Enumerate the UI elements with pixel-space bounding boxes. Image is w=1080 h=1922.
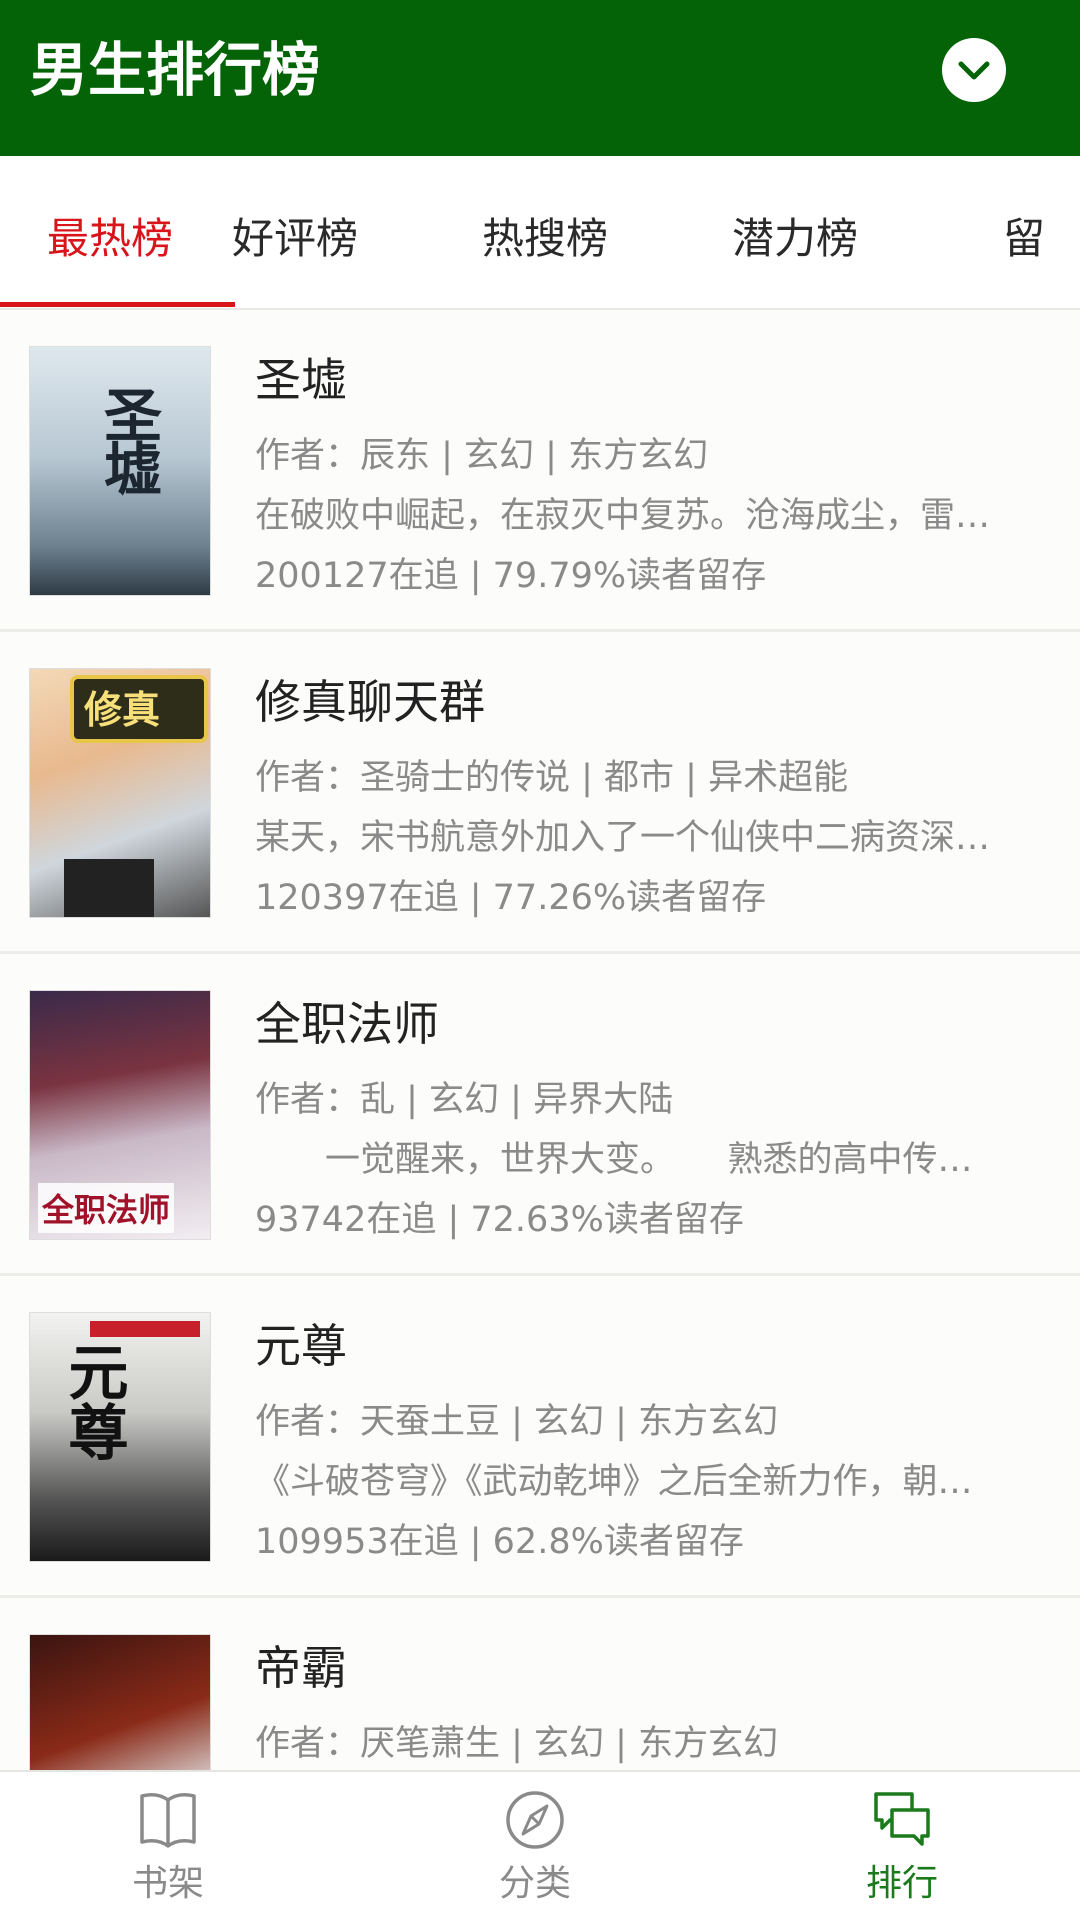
ranking-dropdown-button[interactable] bbox=[942, 38, 1006, 102]
book-meta: 作者：天蚕土豆 | 玄幻 | 东方玄幻 bbox=[255, 1402, 779, 1442]
active-tab-indicator bbox=[0, 302, 235, 307]
book-meta: 作者：圣骑士的传说 | 都市 | 异术超能 bbox=[255, 758, 849, 798]
list-item[interactable]: 圣墟 圣墟 作者：辰东 | 玄幻 | 东方玄幻 在破败中崛起，在寂灭中复苏。沧海… bbox=[0, 310, 1080, 632]
list-item[interactable]: 帝霸 作者：厌笔萧生 | 玄幻 | 东方玄幻 bbox=[0, 1598, 1080, 1770]
book-title: 修真聊天群 bbox=[255, 675, 485, 729]
cover-badge bbox=[90, 1321, 200, 1337]
cover-title-text: 修真 bbox=[84, 687, 161, 732]
book-meta: 作者：厌笔萧生 | 玄幻 | 东方玄幻 bbox=[255, 1724, 779, 1764]
tab-top-rated[interactable]: 好评榜 bbox=[170, 156, 420, 308]
nav-label: 分类 bbox=[498, 1863, 571, 1904]
book-description: 在破败中崛起，在寂灭中复苏。沧海成尘，雷… bbox=[255, 496, 991, 536]
list-item[interactable]: 元尊 元尊 作者：天蚕土豆 | 玄幻 | 东方玄幻 《斗破苍穹》《武动乾坤》之后… bbox=[0, 1276, 1080, 1598]
book-title: 圣墟 bbox=[255, 353, 347, 407]
book-stats: 120397在追 | 77.26%读者留存 bbox=[255, 878, 767, 918]
page-title: 男生排行榜 bbox=[30, 36, 321, 104]
compass-icon bbox=[506, 1791, 564, 1849]
cover-laptop bbox=[64, 859, 154, 917]
book-stats: 93742在追 | 72.63%读者留存 bbox=[255, 1200, 744, 1240]
book-icon bbox=[140, 1793, 196, 1848]
cover-title-text: 全职法师 bbox=[38, 1183, 175, 1233]
book-description: 《斗破苍穹》《武动乾坤》之后全新力作，朝… bbox=[255, 1462, 973, 1502]
tab-retention[interactable]: 留 bbox=[1003, 156, 1080, 308]
nav-category[interactable]: 分类 bbox=[435, 1772, 635, 1922]
book-cover: 圣墟 bbox=[29, 346, 211, 596]
nav-label: 书架 bbox=[131, 1863, 204, 1904]
nav-label: 排行 bbox=[865, 1863, 938, 1904]
chat-bubbles-icon bbox=[874, 1792, 930, 1846]
book-meta: 作者：辰东 | 玄幻 | 东方玄幻 bbox=[255, 436, 709, 476]
book-list: 圣墟 圣墟 作者：辰东 | 玄幻 | 东方玄幻 在破败中崛起，在寂灭中复苏。沧海… bbox=[0, 310, 1080, 1770]
book-title: 全职法师 bbox=[255, 997, 439, 1051]
top-app-bar: 男生排行榜 bbox=[0, 0, 1080, 156]
cover-title-text: 圣墟 bbox=[94, 385, 162, 493]
book-stats: 200127在追 | 79.79%读者留存 bbox=[255, 556, 767, 596]
book-cover bbox=[29, 1634, 211, 1770]
ranking-tabs: 最热榜 好评榜 热搜榜 潜力榜 留 bbox=[0, 156, 1080, 310]
book-cover: 元尊 bbox=[29, 1312, 211, 1562]
list-item[interactable]: 全职法师 全职法师 作者：乱 | 玄幻 | 异界大陆 一觉醒来，世界大变。 熟悉… bbox=[0, 954, 1080, 1276]
book-description: 某天，宋书航意外加入了一个仙侠中二病资深… bbox=[255, 818, 991, 858]
book-cover: 全职法师 bbox=[29, 990, 211, 1240]
list-item[interactable]: 修真 修真聊天群 作者：圣骑士的传说 | 都市 | 异术超能 某天，宋书航意外加… bbox=[0, 632, 1080, 954]
book-description: 一觉醒来，世界大变。 熟悉的高中传… bbox=[255, 1140, 973, 1180]
chevron-down-icon bbox=[958, 61, 990, 80]
cover-title-text: 元尊 bbox=[58, 1341, 128, 1461]
tab-hot-search[interactable]: 热搜榜 bbox=[420, 156, 670, 308]
nav-bookshelf[interactable]: 书架 bbox=[68, 1772, 268, 1922]
book-cover: 修真 bbox=[29, 668, 211, 918]
book-stats: 109953在追 | 62.8%读者留存 bbox=[255, 1522, 744, 1562]
tab-potential[interactable]: 潜力榜 bbox=[670, 156, 920, 308]
book-meta: 作者：乱 | 玄幻 | 异界大陆 bbox=[255, 1080, 674, 1120]
book-title: 帝霸 bbox=[255, 1641, 347, 1695]
nav-ranking[interactable]: 排行 bbox=[802, 1772, 1002, 1922]
book-title: 元尊 bbox=[255, 1319, 347, 1373]
bottom-navigation: 书架 分类 排行 bbox=[0, 1770, 1080, 1922]
